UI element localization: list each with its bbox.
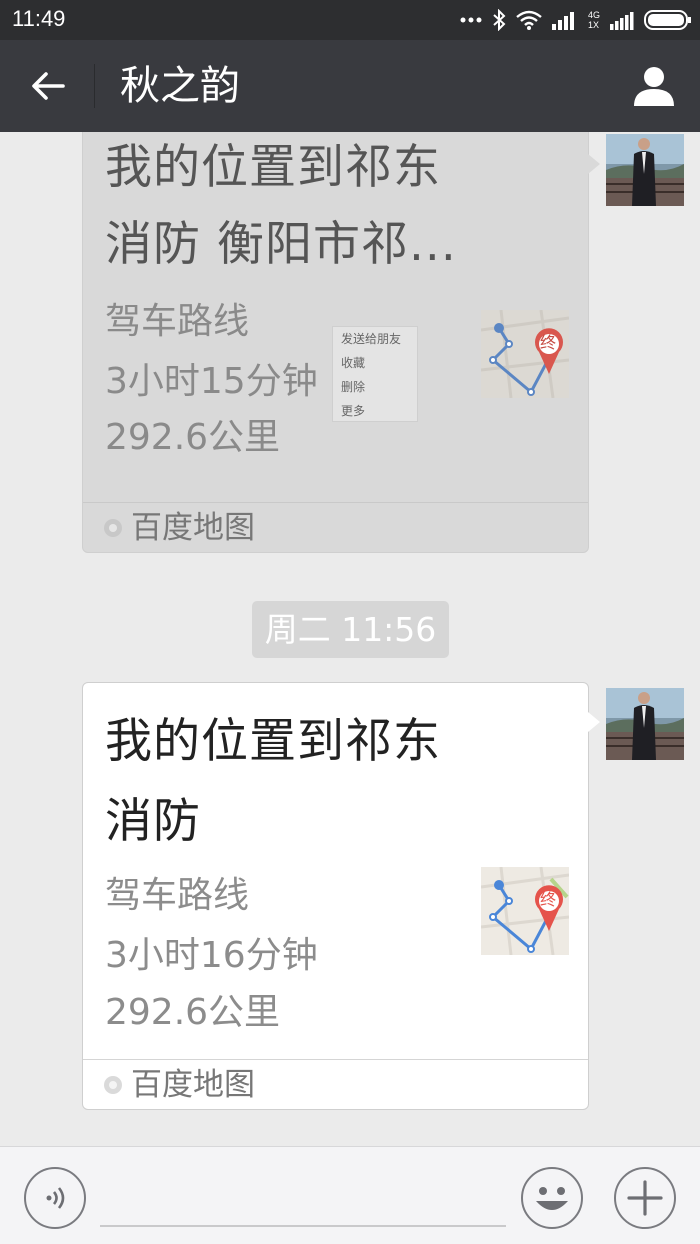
card-title-line1: 我的位置到祁东 <box>105 714 441 769</box>
avatar-photo <box>606 134 684 206</box>
message-input[interactable] <box>100 1225 506 1227</box>
map-thumbnail: 终 <box>481 310 569 398</box>
route-duration: 3小时16分钟 <box>105 935 318 976</box>
message-list[interactable]: 我的位置到祁东 消防 衡阳市祁... 驾车路线 3小时15分钟 292.6公里 … <box>0 132 700 1146</box>
profile-button[interactable] <box>628 62 680 110</box>
more-dots-icon <box>460 17 482 23</box>
map-marker-label: 终 <box>540 333 557 352</box>
network-type: 4G 1X <box>588 10 600 30</box>
avatar-photo <box>606 688 684 760</box>
menu-item-send-to-friend[interactable]: 发送给朋友 <box>333 327 417 351</box>
title-bar: 秋之韵 <box>0 40 700 132</box>
baidu-map-icon <box>104 1076 122 1094</box>
back-arrow-icon <box>32 72 65 100</box>
context-menu: 发送给朋友 收藏 删除 更多 <box>332 326 418 422</box>
signal-icon <box>551 12 574 30</box>
wifi-icon <box>516 10 542 30</box>
input-bar <box>0 1146 700 1244</box>
emoji-icon <box>536 1187 568 1210</box>
location-route-card[interactable]: 我的位置到祁东 消防 驾车路线 3小时16分钟 292.6公里 终 百度地图 <box>82 682 589 1110</box>
menu-item-more[interactable]: 更多 <box>333 399 417 423</box>
battery-icon <box>644 10 691 30</box>
route-type: 驾车路线 <box>105 301 250 342</box>
route-type: 驾车路线 <box>105 875 250 916</box>
route-distance: 292.6公里 <box>105 992 281 1033</box>
card-title-line2: 消防 <box>105 794 201 849</box>
map-marker-label: 终 <box>540 890 557 909</box>
menu-item-delete[interactable]: 删除 <box>333 375 417 399</box>
bluetooth-icon <box>493 9 506 31</box>
baidu-map-icon <box>104 519 122 537</box>
plus-button[interactable] <box>614 1167 676 1229</box>
source-label: 百度地图 <box>131 510 255 546</box>
network-sublabel: 1X <box>587 20 599 30</box>
card-footer: 百度地图 <box>83 1059 588 1109</box>
route-distance: 292.6公里 <box>105 417 281 458</box>
status-icons: 4G 1X <box>460 8 692 32</box>
timestamp: 周二 11:56 <box>252 601 449 658</box>
network-label: 4G <box>587 10 600 20</box>
signal-icon-2 <box>610 12 634 30</box>
emoji-button[interactable] <box>521 1167 583 1229</box>
status-time: 11:49 <box>12 6 66 31</box>
title-divider <box>94 64 95 108</box>
bubble-tail <box>588 154 600 174</box>
menu-item-favorite[interactable]: 收藏 <box>333 351 417 375</box>
source-label: 百度地图 <box>131 1067 255 1103</box>
voice-button[interactable] <box>24 1167 86 1229</box>
avatar[interactable] <box>606 134 684 206</box>
bubble-tail <box>588 712 600 732</box>
user-profile-icon <box>634 67 674 106</box>
card-title-line1: 我的位置到祁东 <box>105 140 441 195</box>
avatar[interactable] <box>606 688 684 760</box>
voice-icon <box>46 1187 65 1209</box>
card-footer: 百度地图 <box>83 502 588 552</box>
chat-title: 秋之韵 <box>120 63 240 109</box>
status-bar: 11:49 4G 1X <box>0 0 700 40</box>
route-duration: 3小时15分钟 <box>105 361 318 402</box>
plus-icon <box>627 1180 663 1216</box>
back-button[interactable] <box>20 62 76 110</box>
route-map-icon <box>481 867 569 955</box>
route-map-icon <box>481 310 569 398</box>
card-title-line2: 消防 衡阳市祁... <box>105 217 457 272</box>
map-thumbnail: 终 <box>481 867 569 955</box>
